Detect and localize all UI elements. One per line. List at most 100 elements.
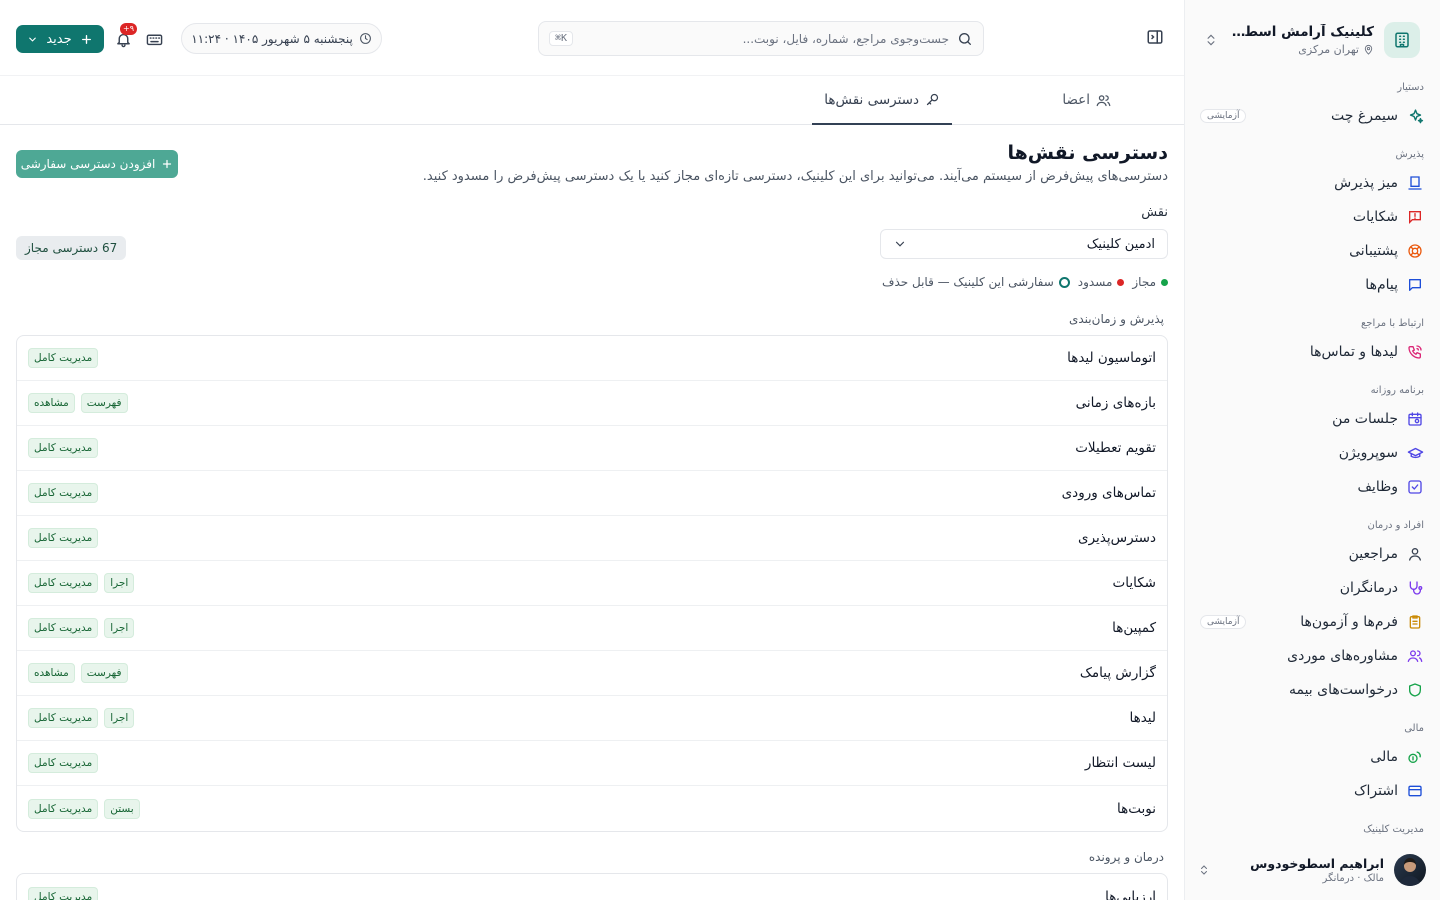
- sidebar-item-forms-tests[interactable]: فرم‌ها و آزمون‌ها آزمایشی: [1200, 607, 1424, 637]
- new-button[interactable]: جدید: [16, 25, 104, 53]
- sidebar-item-label: درخواست‌های بیمه: [1288, 682, 1398, 698]
- chevrons-up-down-icon: [1200, 33, 1218, 47]
- sidebar-item-label: شکایات: [1352, 209, 1398, 225]
- sidebar-item-tasks[interactable]: وظایف: [1200, 472, 1424, 502]
- sidebar-item-my-sessions[interactable]: جلسات من: [1200, 404, 1424, 434]
- user-menu[interactable]: ابراهیم اسطوخودوس مالک · درمانگر: [1198, 852, 1426, 888]
- tab-label: اعضا: [1062, 92, 1090, 108]
- permission-action-tag[interactable]: مدیریت کامل: [28, 618, 99, 638]
- role-select[interactable]: ادمین کلینیک: [880, 229, 1168, 259]
- permission-actions: فهرست مشاهده: [28, 663, 128, 683]
- custom-ring-icon: [1058, 276, 1070, 288]
- sidebar-item-supervision[interactable]: سوپرویژن: [1200, 438, 1424, 468]
- clinic-switcher[interactable]: کلینیک آرامش اسطوخو... تهران مرکزی: [1200, 20, 1420, 60]
- user-icon: [1406, 545, 1424, 563]
- keyboard-shortcuts-button[interactable]: [142, 27, 166, 51]
- stethoscope-icon: [1406, 579, 1424, 597]
- add-custom-permission-label: افزودن دسترسی سفارشی: [20, 157, 156, 171]
- checkbox-icon: [1406, 478, 1424, 496]
- add-custom-permission-button[interactable]: افزودن دسترسی سفارشی: [16, 150, 178, 178]
- permission-name: تماس‌های ورودی: [1061, 485, 1156, 501]
- global-search[interactable]: ⌘K: [538, 21, 984, 56]
- chevron-down-icon: [893, 237, 907, 251]
- section-title: پذیرش و زمان‌بندی: [1068, 312, 1164, 326]
- permission-row: ارزیابی‌ها مدیریت کامل: [17, 874, 1167, 900]
- sidebar-item-support[interactable]: پشتیبانی: [1200, 236, 1424, 266]
- permission-action-tag[interactable]: مشاهده: [28, 663, 75, 683]
- permission-row: گزارش پیامک فهرست مشاهده: [17, 651, 1167, 696]
- permission-action-tag[interactable]: فهرست: [80, 393, 128, 413]
- permission-action-tag[interactable]: مدیریت کامل: [28, 438, 99, 458]
- role-permissions-panel: دسترسی نقش‌ها دسترسی‌های پیش‌فرض از سیست…: [0, 125, 1184, 900]
- permission-row: اتوماسیون لیدها مدیریت کامل: [17, 336, 1167, 381]
- permission-action-tag[interactable]: مدیریت کامل: [28, 528, 99, 548]
- notification-count-badge: ۹+: [120, 23, 137, 35]
- permission-name: اتوماسیون لیدها: [1067, 350, 1156, 366]
- tab-role-permissions[interactable]: دسترسی نقش‌ها: [812, 76, 952, 125]
- sidebar-item-leads-calls[interactable]: لیدها و تماس‌ها: [1200, 337, 1424, 367]
- map-pin-icon: [1363, 44, 1374, 55]
- key-icon: [925, 92, 940, 107]
- notifications-button[interactable]: ۹+: [111, 23, 137, 51]
- sidebar-toggle-icon[interactable]: [1144, 28, 1164, 48]
- permission-name: شکایات: [1112, 575, 1156, 591]
- sidebar-item-therapists[interactable]: درمانگران: [1200, 573, 1424, 603]
- nav-group-clinic-management: مدیریت کلینیک: [1363, 824, 1424, 835]
- permission-name: تقویم تعطیلات: [1075, 440, 1156, 456]
- permission-action-tag[interactable]: مشاهده: [28, 393, 75, 413]
- sidebar-item-complaints[interactable]: شکایات: [1200, 202, 1424, 232]
- sidebar-item-messages[interactable]: پیام‌ها: [1200, 270, 1424, 300]
- credit-card-icon: [1406, 782, 1424, 800]
- permission-row: تقویم تعطیلات مدیریت کامل: [17, 426, 1167, 471]
- permission-action-tag[interactable]: مدیریت کامل: [28, 348, 99, 368]
- sidebar-item-subscription[interactable]: اشتراک: [1200, 776, 1424, 806]
- permission-action-tag[interactable]: اجرا: [104, 708, 135, 728]
- permission-group-card: ارزیابی‌ها مدیریت کامل: [16, 873, 1168, 900]
- allowed-permissions-count: 67 دسترسی مجاز: [16, 236, 127, 260]
- clinic-name: کلینیک آرامش اسطوخو...: [1228, 24, 1374, 40]
- shield-icon: [1406, 681, 1424, 699]
- permission-action-tag[interactable]: مدیریت کامل: [28, 573, 99, 593]
- permission-action-tag[interactable]: اجرا: [104, 618, 135, 638]
- permission-actions: مدیریت کامل: [28, 886, 99, 900]
- permission-action-tag[interactable]: مدیریت کامل: [28, 483, 99, 503]
- page-description: دسترسی‌های پیش‌فرض از سیستم می‌آیند. می‌…: [422, 169, 1168, 184]
- permission-name: نوبت‌ها: [1117, 800, 1156, 817]
- date-time-text: پنجشنبه ۵ شهریور ۱۴۰۵ · ۱۱:۲۴: [191, 31, 353, 46]
- sidebar-item-reception-desk[interactable]: میز پذیرش: [1200, 168, 1424, 198]
- plus-icon: [80, 33, 93, 46]
- sidebar-item-label: پیام‌ها: [1365, 277, 1398, 293]
- users-icon: [1406, 647, 1424, 665]
- sidebar-item-simorgh-chat[interactable]: سیمرغ چت آزمایشی: [1200, 101, 1424, 131]
- permission-action-tag[interactable]: مدیریت کامل: [28, 753, 99, 773]
- permission-row: کمپین‌ها اجرا مدیریت کامل: [17, 606, 1167, 651]
- tab-members[interactable]: اعضا: [1050, 76, 1123, 124]
- sidebar-item-clients[interactable]: مراجعین: [1200, 539, 1424, 569]
- permission-actions: مدیریت کامل: [28, 348, 99, 368]
- avatar: [1394, 854, 1426, 886]
- permission-action-tag[interactable]: مدیریت کامل: [28, 798, 99, 819]
- permission-action-tag[interactable]: فهرست: [80, 663, 128, 683]
- sidebar: کلینیک آرامش اسطوخو... تهران مرکزی دستیا…: [1184, 0, 1440, 900]
- permission-name: بازه‌های زمانی: [1075, 395, 1156, 411]
- sidebar-item-label: پشتیبانی: [1349, 243, 1398, 259]
- permission-action-tag[interactable]: اجرا: [104, 573, 135, 593]
- legend-blocked-label: مسدود: [1077, 275, 1113, 289]
- sidebar-item-case-consultations[interactable]: مشاوره‌های موردی: [1200, 641, 1424, 671]
- sidebar-item-insurance-requests[interactable]: درخواست‌های بیمه: [1200, 675, 1424, 705]
- chevron-down-icon: [27, 34, 38, 45]
- sidebar-item-finance[interactable]: مالی: [1200, 742, 1424, 772]
- search-input[interactable]: [581, 31, 949, 46]
- permission-action-tag[interactable]: بستن: [104, 798, 140, 819]
- permission-action-tag[interactable]: مدیریت کامل: [28, 886, 99, 900]
- permission-row: لیست انتظار مدیریت کامل: [17, 741, 1167, 786]
- user-name: ابراهیم اسطوخودوس: [1250, 856, 1384, 871]
- permission-actions: مدیریت کامل: [28, 528, 99, 548]
- date-time-display: پنجشنبه ۵ شهریور ۱۴۰۵ · ۱۱:۲۴: [181, 23, 382, 54]
- permission-action-tag[interactable]: مدیریت کامل: [28, 708, 99, 728]
- sidebar-item-label: لیدها و تماس‌ها: [1309, 344, 1398, 360]
- page-title: دسترسی نقش‌ها: [1007, 142, 1168, 164]
- clock-icon: [359, 32, 372, 45]
- permission-actions: اجرا مدیریت کامل: [28, 573, 135, 593]
- experimental-badge: آزمایشی: [1200, 615, 1247, 629]
